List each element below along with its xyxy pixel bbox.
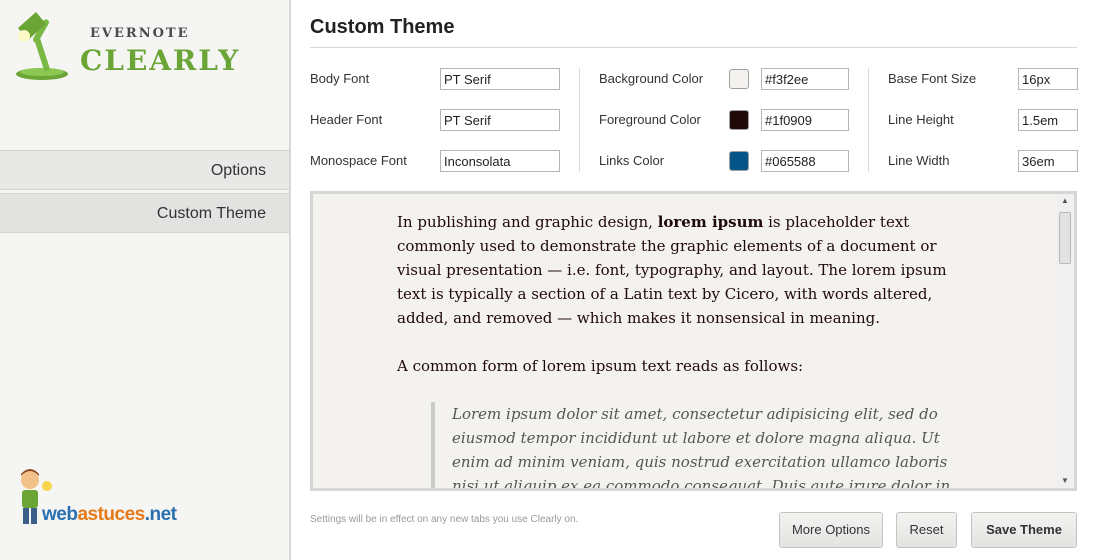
scrollbar-thumb[interactable] — [1059, 212, 1071, 264]
sidebar: EVERNOTE CLEARLY Options Custom Theme we… — [0, 0, 291, 560]
background-color-swatch[interactable] — [729, 69, 749, 89]
sidebar-item-options[interactable]: Options — [0, 150, 289, 190]
logo-evernote: EVERNOTE — [90, 26, 190, 41]
background-color-input[interactable] — [761, 68, 849, 90]
foreground-color-label: Foreground Color — [599, 112, 701, 127]
watermark-part-web: web — [42, 504, 78, 525]
column-divider — [868, 68, 869, 172]
settings-note: Settings will be in effect on any new ta… — [310, 514, 579, 525]
save-theme-button[interactable]: Save Theme — [971, 512, 1077, 548]
scroll-down-icon[interactable]: ▼ — [1061, 476, 1069, 485]
line-height-label: Line Height — [888, 112, 954, 127]
line-width-input[interactable] — [1018, 150, 1078, 172]
webastuces-watermark: webastuces.net — [14, 468, 184, 532]
preview-paragraph-2: A common form of lorem ipsum text reads … — [397, 357, 804, 375]
main-panel: Custom Theme Body Font Header Font Monos… — [310, 0, 1078, 560]
links-color-label: Links Color — [599, 153, 665, 168]
monospace-font-input[interactable] — [440, 150, 560, 172]
scroll-up-icon[interactable]: ▲ — [1061, 196, 1069, 205]
preview-p1-start: In publishing and graphic design, — [397, 213, 658, 231]
header-font-label: Header Font — [310, 112, 383, 127]
base-font-size-input[interactable] — [1018, 68, 1078, 90]
preview-blockquote: Lorem ipsum dolor sit amet, consectetur … — [431, 402, 977, 488]
foreground-color-swatch[interactable] — [729, 110, 749, 130]
watermark-part-astuces: astuces — [77, 504, 145, 525]
monospace-font-label: Monospace Font — [310, 153, 407, 168]
reset-button[interactable]: Reset — [896, 512, 957, 548]
body-font-input[interactable] — [440, 68, 560, 90]
watermark-part-net: .net — [144, 504, 177, 525]
preview-paragraph-1: In publishing and graphic design, lorem … — [397, 210, 977, 330]
page-title: Custom Theme — [310, 16, 455, 38]
line-height-input[interactable] — [1018, 109, 1078, 131]
preview-scrollbar[interactable]: ▲ ▼ — [1057, 194, 1074, 488]
header-font-input[interactable] — [440, 109, 560, 131]
links-color-swatch[interactable] — [729, 151, 749, 171]
watermark-text: webastuces.net — [42, 504, 177, 526]
title-divider — [310, 47, 1077, 48]
body-font-label: Body Font — [310, 71, 370, 86]
logo-clearly: CLEARLY — [80, 44, 241, 77]
clearly-logo: EVERNOTE CLEARLY — [8, 6, 248, 86]
preview-content: In publishing and graphic design, lorem … — [397, 210, 977, 488]
sidebar-item-custom-theme[interactable]: Custom Theme — [0, 193, 289, 233]
lamp-icon — [16, 12, 68, 80]
line-width-label: Line Width — [888, 153, 950, 168]
preview-p1-bold: lorem ipsum — [657, 213, 764, 231]
links-color-input[interactable] — [761, 150, 849, 172]
background-color-label: Background Color — [599, 71, 704, 86]
foreground-color-input[interactable] — [761, 109, 849, 131]
column-divider — [579, 68, 580, 172]
more-options-button[interactable]: More Options — [779, 512, 883, 548]
base-font-size-label: Base Font Size — [888, 71, 977, 86]
theme-preview[interactable]: In publishing and graphic design, lorem … — [310, 191, 1077, 491]
